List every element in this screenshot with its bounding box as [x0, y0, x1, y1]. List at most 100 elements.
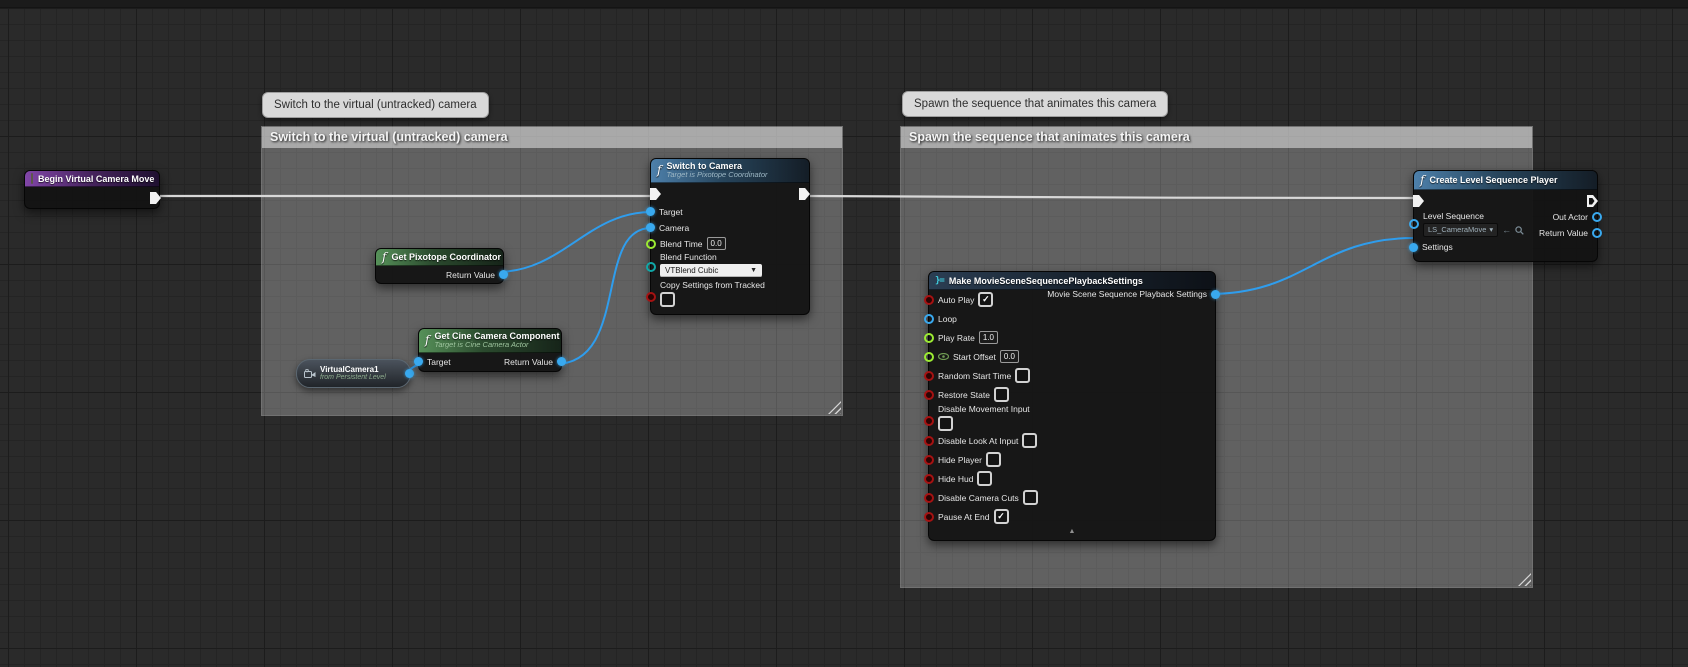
- node-title: Begin Virtual Camera Move: [38, 174, 154, 184]
- make-struct-icon: }=: [935, 276, 944, 286]
- exec-in-pin[interactable]: [650, 188, 661, 200]
- pin-label: Pause At End: [938, 512, 990, 522]
- resize-handle[interactable]: [1518, 573, 1531, 586]
- random-start-time-checkbox[interactable]: [1015, 368, 1030, 383]
- node-virtualcamera1[interactable]: VirtualCamera1 from Persistent Level: [296, 359, 411, 388]
- disable-movement-input-pin[interactable]: [924, 416, 934, 426]
- dropdown-caret-icon: ▾: [1489, 224, 1493, 236]
- exec-out-pin[interactable]: [799, 188, 810, 200]
- pin-label: Disable Movement Input: [938, 404, 1030, 414]
- hide-hud-pin[interactable]: [924, 474, 934, 484]
- pin-label-out-actor: Out Actor: [1553, 212, 1588, 222]
- pin-label-return-value: Return Value: [1539, 228, 1588, 238]
- node-make-playback-settings[interactable]: }= Make MovieSceneSequencePlaybackSettin…: [928, 271, 1216, 541]
- hide-hud-checkbox[interactable]: [977, 471, 992, 486]
- node-subtitle: Target is Cine Camera Actor: [434, 341, 559, 350]
- node-title: Create Level Sequence Player: [1429, 175, 1557, 185]
- exec-out-pin[interactable]: [150, 192, 161, 204]
- node-create-level-sequence-player[interactable]: f Create Level Sequence Player Level Seq…: [1413, 170, 1598, 262]
- copy-settings-pin[interactable]: [646, 292, 656, 302]
- start-offset-pin[interactable]: [924, 352, 934, 362]
- variable-level: from Persistent Level: [320, 374, 386, 382]
- auto-play-checkbox[interactable]: ✓: [978, 292, 993, 307]
- comment-tooltip: Spawn the sequence that animates this ca…: [902, 91, 1168, 117]
- random-start-time-pin[interactable]: [924, 371, 934, 381]
- exec-out-pin[interactable]: [1587, 195, 1598, 207]
- comment-title[interactable]: Switch to the virtual (untracked) camera: [262, 127, 842, 148]
- pin-label: Start Offset: [953, 352, 996, 362]
- blueprint-graph[interactable]: Switch to the virtual (untracked) camera…: [0, 0, 1688, 667]
- blend-function-dropdown[interactable]: VTBlend Cubic ▼: [660, 264, 762, 277]
- auto-play-pin[interactable]: [924, 295, 934, 305]
- hide-player-pin[interactable]: [924, 455, 934, 465]
- chevron-down-icon: ▼: [750, 264, 757, 277]
- return-value-pin[interactable]: [499, 270, 508, 279]
- pin-label: Play Rate: [938, 333, 975, 343]
- blend-time-pin[interactable]: [646, 239, 656, 249]
- disable-look-at-input-checkbox[interactable]: [1022, 433, 1037, 448]
- pin-label-target: Target: [427, 357, 451, 367]
- target-pin[interactable]: [414, 357, 423, 366]
- eye-icon: [938, 353, 949, 360]
- node-begin-virtual-camera-move[interactable]: Begin Virtual Camera Move: [24, 170, 160, 209]
- pin-label-settings: Settings: [1422, 242, 1453, 252]
- disable-look-at-input-pin[interactable]: [924, 436, 934, 446]
- hide-player-checkbox[interactable]: [986, 452, 1001, 467]
- restore-state-checkbox[interactable]: [994, 387, 1009, 402]
- resize-handle[interactable]: [828, 401, 841, 414]
- target-pin[interactable]: [646, 207, 655, 216]
- canvas-top-edge: [0, 0, 1688, 8]
- variable-out-pin[interactable]: [405, 369, 414, 378]
- settings-out-pin[interactable]: [1211, 290, 1220, 299]
- settings-pin[interactable]: [1409, 243, 1418, 252]
- pin-label-blend-function: Blend Function: [660, 252, 762, 262]
- disable-movement-input-checkbox[interactable]: [938, 416, 953, 431]
- comment-title[interactable]: Spawn the sequence that animates this ca…: [901, 127, 1532, 148]
- custom-event-icon: [31, 173, 33, 184]
- disable-camera-cuts-pin[interactable]: [924, 493, 934, 503]
- node-get-pixotope-coordinator[interactable]: f Get Pixotope Coordinator Return Value: [375, 248, 504, 284]
- use-asset-arrow-icon[interactable]: ←: [1502, 225, 1511, 235]
- pause-at-end-pin[interactable]: [924, 512, 934, 522]
- blend-function-value: VTBlend Cubic: [665, 264, 718, 277]
- node-get-cine-camera-component[interactable]: f Get Cine Camera Component Target is Ci…: [418, 328, 562, 372]
- node-title: Get Pixotope Coordinator: [391, 252, 501, 262]
- pin-label-copy-settings: Copy Settings from Tracked: [660, 280, 765, 290]
- pin-label-blend-time: Blend Time: [660, 239, 703, 249]
- pin-label-target: Target: [659, 207, 683, 217]
- pin-label: Disable Camera Cuts: [938, 493, 1019, 503]
- node-subtitle: Target is Pixotope Coordinator: [666, 171, 767, 180]
- pause-at-end-checkbox[interactable]: ✓: [994, 509, 1009, 524]
- output-row: Movie Scene Sequence Playback Settings: [1041, 286, 1215, 302]
- function-icon: f: [657, 163, 661, 177]
- function-icon: f: [382, 250, 386, 264]
- play-rate-pin[interactable]: [924, 333, 934, 343]
- variable-name: VirtualCamera1: [320, 365, 386, 375]
- copy-settings-checkbox[interactable]: [660, 292, 675, 307]
- disable-camera-cuts-checkbox[interactable]: [1023, 490, 1038, 505]
- blend-time-input[interactable]: 0.0: [707, 237, 726, 250]
- blend-function-pin[interactable]: [646, 262, 656, 272]
- loop-pin[interactable]: [924, 314, 934, 324]
- comment-tooltip: Switch to the virtual (untracked) camera: [262, 92, 489, 118]
- exec-in-pin[interactable]: [1413, 195, 1424, 207]
- node-title: Make MovieSceneSequencePlaybackSettings: [949, 276, 1143, 286]
- start-offset-input[interactable]: 0.0: [1000, 350, 1019, 363]
- level-sequence-dropdown[interactable]: LS_CameraMove ▾: [1423, 223, 1498, 237]
- camera-pin[interactable]: [646, 223, 655, 232]
- search-icon[interactable]: [1515, 226, 1524, 235]
- restore-state-pin[interactable]: [924, 390, 934, 400]
- return-value-pin[interactable]: [1592, 228, 1602, 238]
- pin-label: Restore State: [938, 390, 990, 400]
- pin-label: Hide Player: [938, 455, 982, 465]
- camera-icon: [304, 369, 316, 379]
- node-switch-to-camera[interactable]: f Switch to Camera Target is Pixotope Co…: [650, 158, 810, 315]
- pin-label-level-sequence: Level Sequence: [1423, 211, 1524, 221]
- out-actor-pin[interactable]: [1592, 212, 1602, 222]
- collapse-arrow-icon[interactable]: ▲: [929, 526, 1215, 538]
- level-sequence-pin[interactable]: [1409, 219, 1419, 229]
- play-rate-input[interactable]: 1.0: [979, 331, 998, 344]
- level-sequence-value: LS_CameraMove: [1428, 224, 1486, 236]
- pin-label: Random Start Time: [938, 371, 1011, 381]
- pin-label-return-value: Return Value: [446, 270, 495, 280]
